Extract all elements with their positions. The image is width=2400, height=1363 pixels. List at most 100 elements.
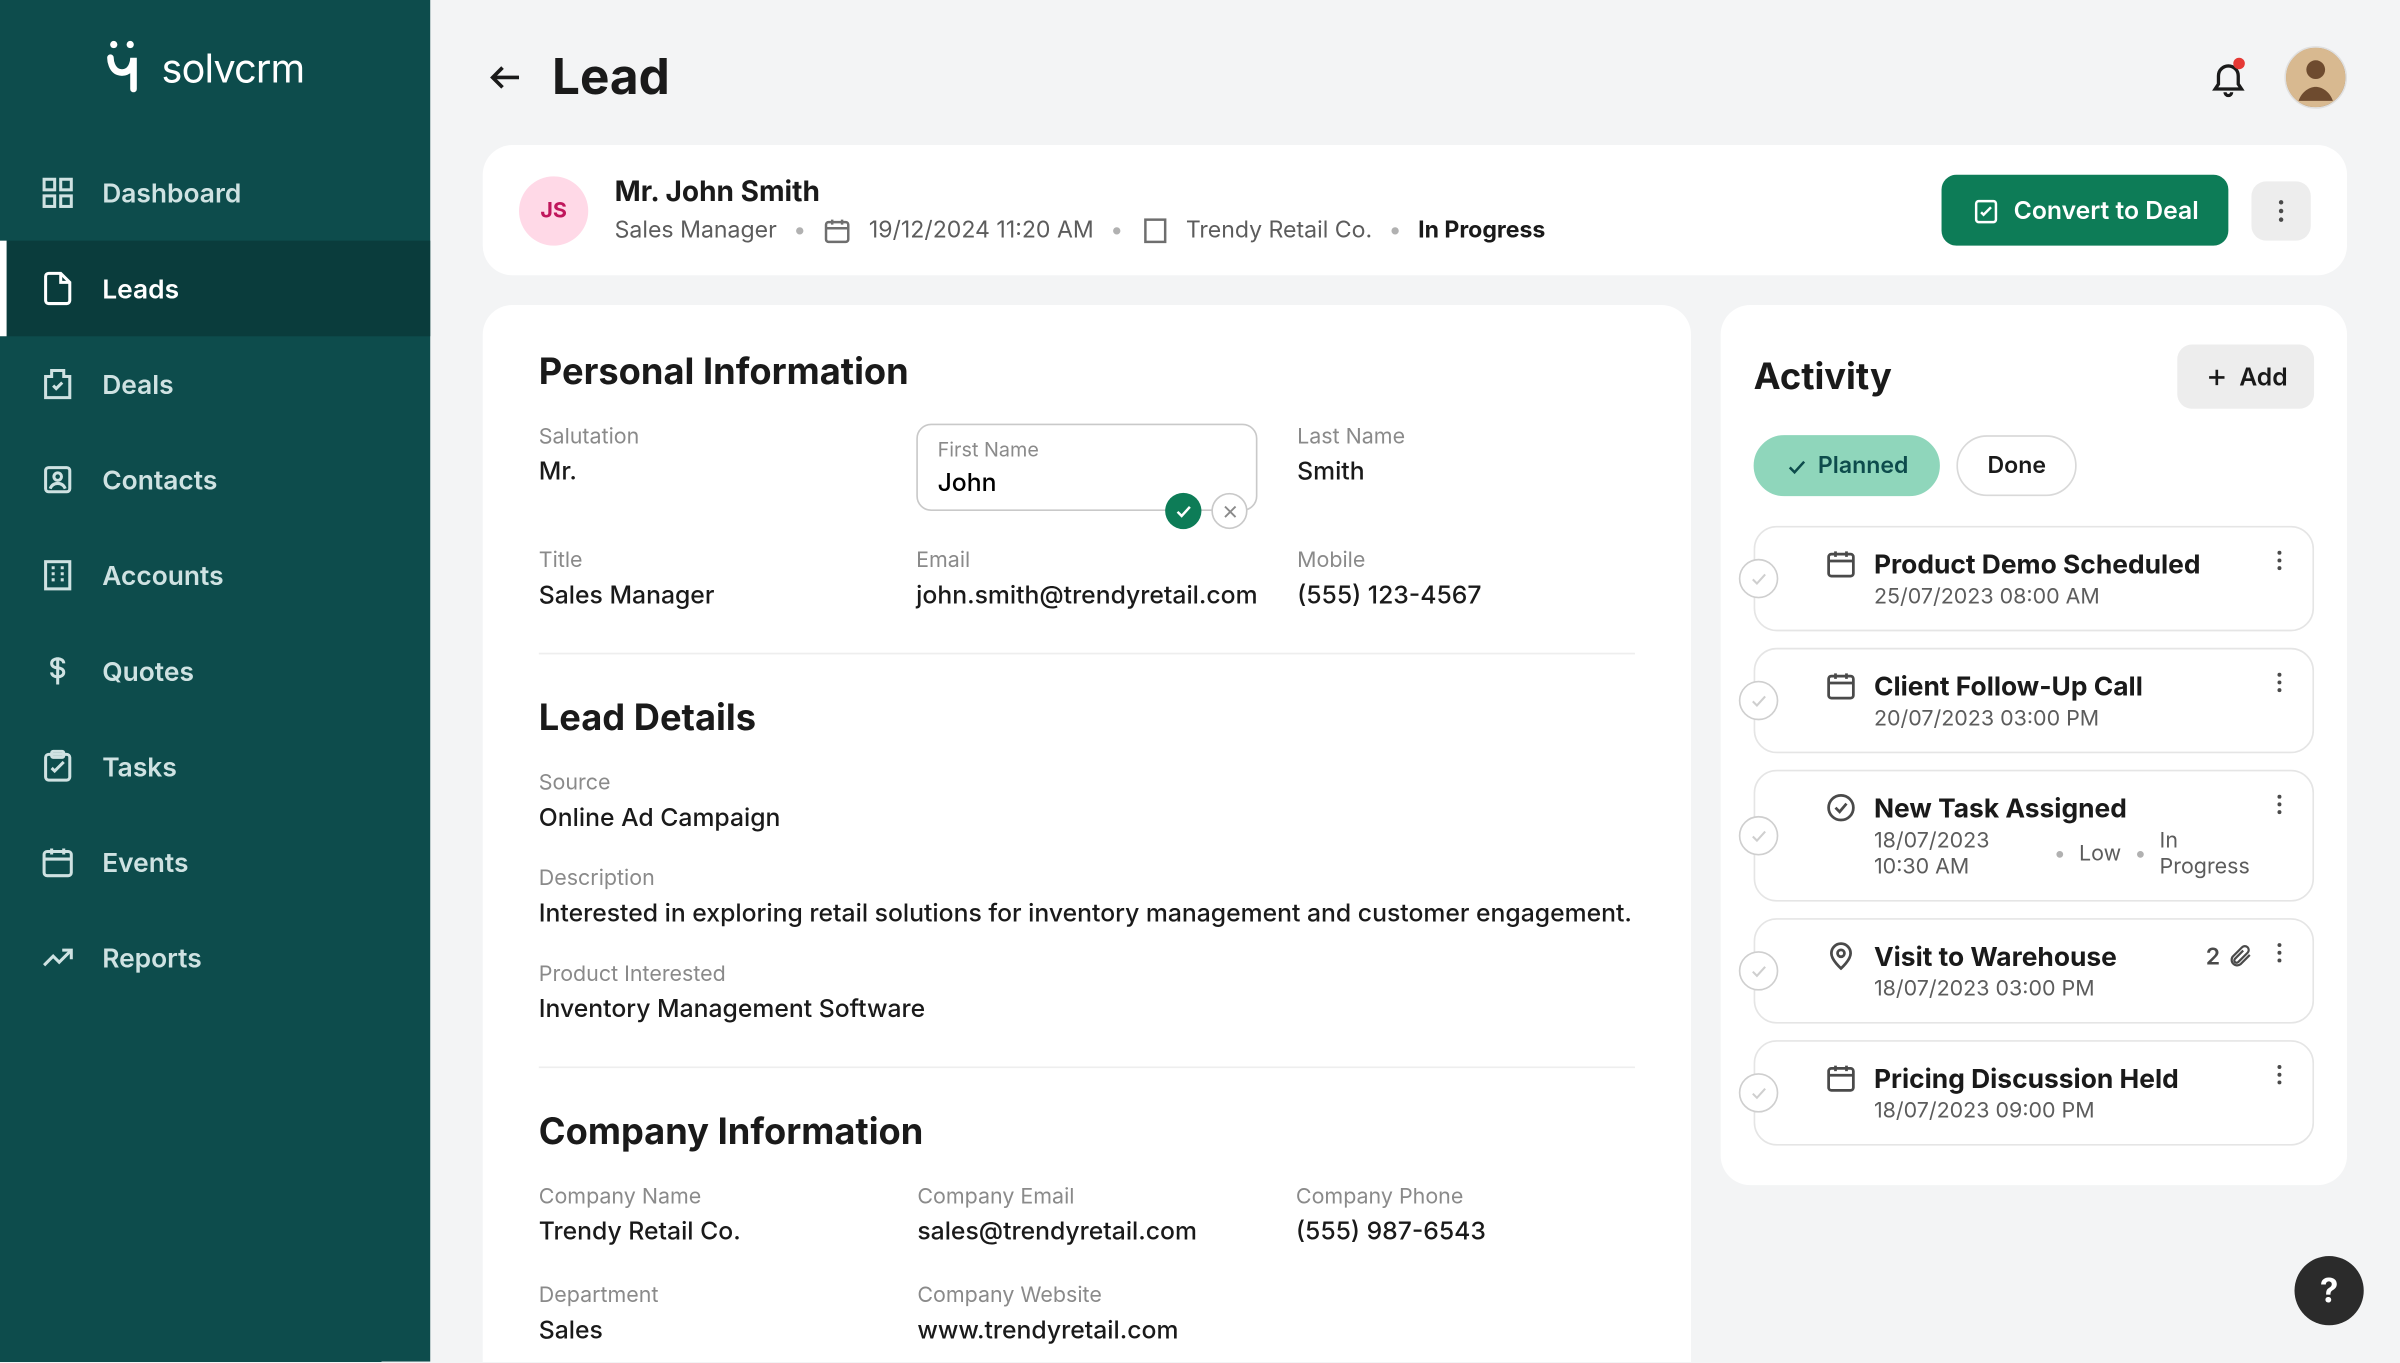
source-field[interactable]: Source Online Ad Campaign	[539, 770, 1635, 833]
sidebar-item-quotes[interactable]: Quotes	[0, 623, 430, 719]
activity-item-title: Pricing Discussion Held	[1874, 1062, 2250, 1095]
notifications-button[interactable]	[2209, 58, 2249, 98]
email-field[interactable]: Email john.smith@trendyretail.com	[916, 547, 1257, 610]
cancel-edit-button[interactable]	[1212, 493, 1248, 529]
lead-subtitle: Sales Manager • 19/12/2024 11:20 AM • Tr…	[615, 215, 1546, 245]
sidebar-item-accounts[interactable]: Accounts	[0, 527, 430, 623]
check-icon	[1785, 454, 1808, 477]
activity-title: Activity	[1754, 355, 1892, 398]
activity-item-priority: Low	[2079, 841, 2121, 867]
product-interested-field[interactable]: Product Interested Inventory Management …	[539, 961, 1635, 1024]
activity-complete-checkbox[interactable]	[1739, 681, 1779, 721]
task-icon	[1825, 791, 1858, 824]
page-title: Lead	[552, 48, 670, 107]
help-fab[interactable]: ?	[2295, 1256, 2364, 1325]
activity-item[interactable]: Client Follow-Up Call 20/07/2023 03:00 P…	[1754, 648, 2314, 753]
activity-item-menu[interactable]	[2266, 940, 2292, 973]
sidebar-item-label: Contacts	[102, 463, 217, 496]
attachment-count[interactable]: 2	[2206, 942, 2253, 970]
sidebar-item-dashboard[interactable]: Dashboard	[0, 145, 430, 241]
department-field[interactable]: Department Sales	[539, 1282, 878, 1345]
pin-icon	[1825, 940, 1858, 973]
events-icon	[40, 844, 76, 880]
tab-done[interactable]: Done	[1956, 435, 2077, 496]
more-vertical-icon	[2266, 669, 2292, 695]
sidebar-item-label: Reports	[102, 941, 202, 974]
activity-item[interactable]: Visit to Warehouse 18/07/2023 03:00 PM 2	[1754, 918, 2314, 1023]
activity-item[interactable]: New Task Assigned 18/07/2023 10:30 AM • …	[1754, 770, 2314, 902]
activity-item[interactable]: Product Demo Scheduled 25/07/2023 08:00 …	[1754, 526, 2314, 631]
activity-item-title: New Task Assigned	[1874, 791, 2250, 824]
tasks-icon	[40, 748, 76, 784]
calendar-icon	[1825, 547, 1858, 580]
activity-item-menu[interactable]	[2266, 547, 2292, 580]
leads-icon	[40, 270, 76, 306]
back-button[interactable]	[483, 54, 529, 100]
sidebar-item-label: Deals	[102, 368, 173, 401]
logo-icon	[102, 40, 145, 96]
sidebar-item-label: Quotes	[102, 654, 194, 687]
activity-list: Product Demo Scheduled 25/07/2023 08:00 …	[1754, 526, 2314, 1146]
dashboard-icon	[40, 175, 76, 211]
mobile-field[interactable]: Mobile (555) 123-4567	[1297, 547, 1635, 610]
plus-icon	[2203, 363, 2229, 389]
convert-icon	[1971, 195, 2001, 225]
arrow-left-icon	[486, 58, 526, 98]
contacts-icon	[40, 462, 76, 498]
activity-item-title: Visit to Warehouse	[1874, 940, 2189, 973]
brand-logo: solvcrm	[0, 40, 430, 145]
company-phone-field[interactable]: Company Phone (555) 987-6543	[1296, 1184, 1635, 1247]
sidebar-item-deals[interactable]: Deals	[0, 336, 430, 432]
sidebar: solvcrm Dashboard Leads Deals Contacts A…	[0, 0, 430, 1362]
sidebar-item-leads[interactable]: Leads	[0, 241, 430, 337]
company-website-field[interactable]: Company Website www.trendyretail.com	[918, 1282, 1257, 1345]
activity-item-time: 20/07/2023 03:00 PM	[1874, 705, 2250, 731]
check-icon	[1174, 501, 1194, 521]
activity-item[interactable]: Pricing Discussion Held 18/07/2023 09:00…	[1754, 1040, 2314, 1145]
topbar: Lead	[483, 46, 2347, 109]
quotes-icon	[40, 653, 76, 689]
sidebar-item-label: Leads	[102, 272, 179, 305]
more-vertical-icon	[2266, 195, 2296, 225]
activity-item-menu[interactable]	[2266, 669, 2292, 702]
sidebar-item-events[interactable]: Events	[0, 814, 430, 910]
brand-name: solvcrm	[162, 44, 305, 92]
divider	[539, 1066, 1635, 1068]
more-actions-button[interactable]	[2252, 180, 2311, 239]
sidebar-item-label: Accounts	[102, 559, 223, 592]
activity-item-time: 18/07/2023 03:00 PM	[1874, 976, 2189, 1002]
user-avatar[interactable]	[2285, 46, 2348, 109]
activity-item-title: Product Demo Scheduled	[1874, 547, 2250, 580]
accounts-icon	[40, 557, 76, 593]
reports-icon	[40, 940, 76, 976]
more-vertical-icon	[2266, 1062, 2292, 1088]
salutation-field[interactable]: Salutation Mr.	[539, 424, 877, 511]
company-email-field[interactable]: Company Email sales@trendyretail.com	[918, 1184, 1257, 1247]
activity-item-time: 18/07/2023 10:30 AM	[1874, 827, 2041, 880]
confirm-edit-button[interactable]	[1165, 493, 1201, 529]
activity-complete-checkbox[interactable]	[1739, 816, 1779, 856]
activity-complete-checkbox[interactable]	[1739, 1073, 1779, 1113]
description-field[interactable]: Description Interested in exploring reta…	[539, 865, 1635, 928]
title-field[interactable]: Title Sales Manager	[539, 547, 877, 610]
company-info-title: Company Information	[539, 1111, 1635, 1154]
activity-item-menu[interactable]	[2266, 791, 2292, 824]
lead-name: Mr. John Smith	[615, 176, 1546, 209]
add-activity-button[interactable]: Add	[2177, 345, 2315, 409]
activity-complete-checkbox[interactable]	[1739, 951, 1779, 991]
company-name-field[interactable]: Company Name Trendy Retail Co.	[539, 1184, 878, 1247]
tab-planned[interactable]: Planned	[1754, 435, 1940, 496]
lead-date: 19/12/2024 11:20 AM	[869, 216, 1094, 244]
sidebar-item-reports[interactable]: Reports	[0, 910, 430, 1006]
activity-item-menu[interactable]	[2266, 1062, 2292, 1095]
sidebar-item-contacts[interactable]: Contacts	[0, 432, 430, 528]
divider	[539, 653, 1635, 655]
last-name-field[interactable]: Last Name Smith	[1297, 424, 1635, 511]
sidebar-item-tasks[interactable]: Tasks	[0, 719, 430, 815]
first-name-field[interactable]: First Name	[916, 424, 1257, 511]
activity-complete-checkbox[interactable]	[1739, 559, 1779, 599]
calendar-icon	[1825, 1062, 1858, 1095]
lead-company: Trendy Retail Co.	[1186, 216, 1372, 244]
convert-to-deal-button[interactable]: Convert to Deal	[1941, 175, 2228, 246]
sidebar-item-label: Tasks	[102, 750, 177, 783]
